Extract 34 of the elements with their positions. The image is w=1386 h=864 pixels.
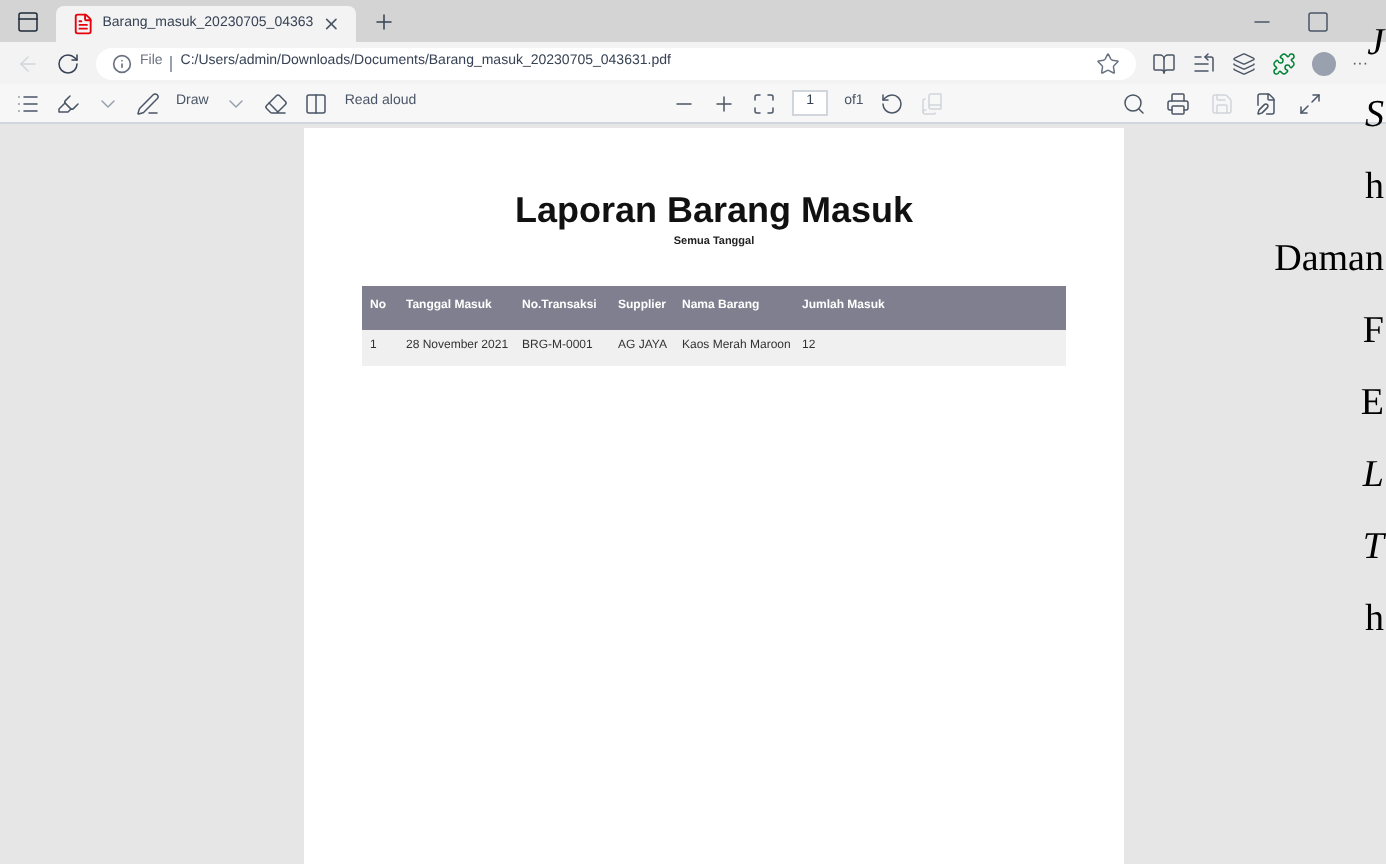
more-button[interactable]: ··· — [1352, 51, 1368, 75]
overlay-text: L — [1362, 456, 1386, 494]
overlay-text: J — [1367, 24, 1386, 62]
save-as-icon[interactable] — [1254, 91, 1278, 115]
fullscreen-icon[interactable] — [1298, 91, 1322, 115]
favorite-star-icon[interactable] — [1096, 51, 1120, 75]
tab-actions-icon[interactable] — [16, 9, 40, 33]
overlay-text: Daman — [1274, 240, 1386, 278]
overlay-text: h — [1365, 600, 1386, 638]
fit-page-icon[interactable] — [752, 91, 777, 115]
pdf-file-icon — [72, 12, 95, 36]
extension-icon[interactable] — [1272, 51, 1296, 75]
eraser-icon[interactable] — [264, 91, 289, 115]
favorites-icon[interactable] — [1192, 51, 1216, 75]
close-icon[interactable] — [321, 14, 340, 34]
overlay-text: T — [1362, 528, 1386, 566]
overlay-text: F — [1362, 312, 1386, 350]
pen-icon[interactable] — [136, 91, 160, 115]
highlighter-icon[interactable] — [56, 91, 80, 115]
new-tab-icon[interactable] — [372, 9, 396, 33]
reload-icon[interactable] — [56, 51, 80, 75]
zoom-in-icon[interactable] — [712, 91, 737, 115]
info-icon — [112, 53, 132, 73]
overlay-text: S — [1365, 96, 1386, 134]
collections-icon[interactable] — [1232, 51, 1256, 75]
restore-icon[interactable] — [1306, 9, 1330, 33]
reading-view-icon[interactable] — [1152, 51, 1176, 75]
search-icon[interactable] — [1122, 91, 1146, 115]
report-title: Laporan Barang Masuk — [514, 188, 914, 233]
rotate-icon[interactable] — [879, 91, 904, 115]
print-icon[interactable] — [1166, 91, 1190, 115]
page-view-icon[interactable] — [304, 91, 329, 115]
overlay-text: h — [1365, 168, 1386, 206]
overlay-text: E — [1360, 384, 1386, 422]
